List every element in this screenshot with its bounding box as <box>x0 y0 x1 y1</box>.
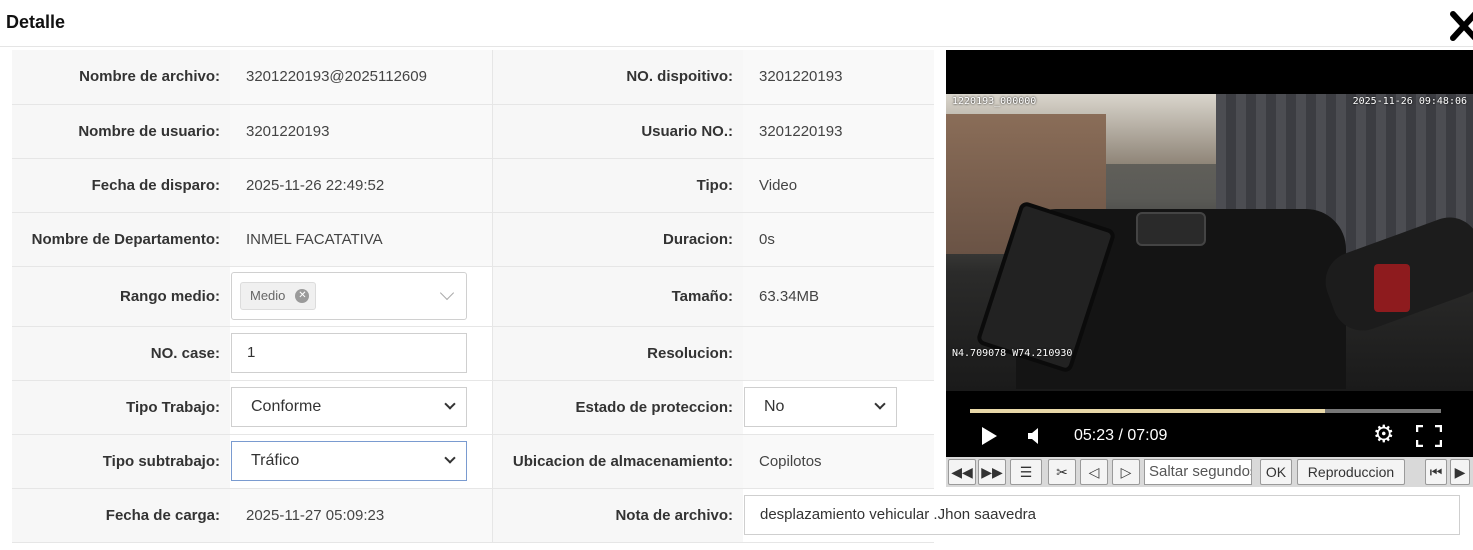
progress-fill <box>970 409 1325 413</box>
username-label: Nombre de usuario: <box>12 104 230 159</box>
user-no-label: Usuario NO.: <box>492 104 743 159</box>
ok-button[interactable]: OK <box>1260 459 1292 485</box>
settings-icon[interactable]: ⚙ <box>1373 423 1397 447</box>
file-name-label: Nombre de archivo: <box>12 50 230 105</box>
prev-frame-icon[interactable]: ◁ <box>1080 459 1108 485</box>
username-value: 3201220193 <box>230 104 493 159</box>
file-note-label: Nota de archivo: <box>492 488 743 543</box>
device-no-value: 3201220193 <box>743 50 934 105</box>
storage-location-value: Copilotos <box>743 434 934 489</box>
work-type-cell: Conforme <box>230 380 493 435</box>
dialog-title: Detalle <box>6 12 66 32</box>
file-note-input[interactable]: desplazamiento vehicular .Jhon saavedra <box>744 495 1460 535</box>
chevron-down-icon <box>439 285 455 301</box>
trigger-date-value: 2025-11-26 22:49:52 <box>230 158 493 213</box>
rewind-icon[interactable]: ◀◀ <box>948 459 976 485</box>
size-value: 63.34MB <box>743 266 934 327</box>
video-overlay-id: 1220193_000000 <box>952 96 1037 107</box>
work-type-label: Tipo Trabajo: <box>12 380 230 435</box>
duration-label: Duracion: <box>492 212 743 267</box>
next-frame-icon[interactable]: ▷ <box>1112 459 1140 485</box>
media-range-cell: Medio ✕ <box>230 266 493 327</box>
protection-status-selected: No <box>764 398 785 415</box>
fullscreen-icon[interactable] <box>1415 424 1443 448</box>
table-row: Nombre de usuario: 3201220193 Usuario NO… <box>12 104 934 159</box>
volume-icon[interactable] <box>1026 426 1046 446</box>
work-subtype-select[interactable]: Tráfico <box>231 441 467 481</box>
case-no-label: NO. case: <box>12 326 230 381</box>
video-frame[interactable]: 1220193_000000 2025-11-26 09:48:06 N4.70… <box>946 94 1473 391</box>
media-range-select[interactable]: Medio ✕ <box>231 272 467 320</box>
player-toolbar: ◀◀ ▶▶ ☰ ✂ ◁ ▷ Saltar segundos OK Reprodu… <box>946 457 1473 487</box>
list-icon[interactable]: ☰ <box>1010 459 1042 485</box>
dialog-header: Detalle <box>0 0 1473 47</box>
progress-bar[interactable] <box>970 409 1441 413</box>
size-label: Tamaño: <box>492 266 743 327</box>
playback-button[interactable]: Reproduccion <box>1297 459 1405 485</box>
video-player[interactable]: 1220193_000000 2025-11-26 09:48:06 N4.70… <box>946 50 1473 460</box>
table-row: Tipo Trabajo: Conforme Estado de protecc… <box>12 380 934 435</box>
close-icon[interactable] <box>1450 10 1473 42</box>
protection-status-label: Estado de proteccion: <box>492 380 743 435</box>
work-subtype-selected: Tráfico <box>251 452 300 469</box>
case-no-input[interactable]: 1 <box>231 333 467 373</box>
remove-tag-icon[interactable]: ✕ <box>295 289 310 303</box>
storage-location-label: Ubicacion de almacenamiento: <box>492 434 743 489</box>
table-row: Tipo subtrabajo: Tráfico Ubicacion de al… <box>12 434 934 489</box>
table-row: NO. case: 1 Resolucion: <box>12 326 934 381</box>
user-no-value: 3201220193 <box>743 104 934 159</box>
protection-status-cell: No <box>743 380 934 435</box>
scissors-icon[interactable]: ✂ <box>1048 459 1076 485</box>
seek-seconds-input[interactable]: Saltar segundos <box>1144 459 1252 485</box>
type-value: Video <box>743 158 934 213</box>
file-name-value: 3201220193@2025112609 <box>230 50 493 105</box>
skip-start-icon[interactable]: ⏮ <box>1425 459 1447 485</box>
work-type-selected: Conforme <box>251 398 322 415</box>
resolution-value <box>743 326 934 381</box>
media-range-tag: Medio ✕ <box>240 282 317 310</box>
chevron-down-icon <box>444 452 456 464</box>
work-subtype-cell: Tráfico <box>230 434 493 489</box>
play-icon[interactable] <box>982 427 997 445</box>
device-no-label: NO. dispoitivo: <box>492 50 743 105</box>
video-overlay-gps: N4.709078 W74.210930 <box>952 348 1073 359</box>
file-note-cell: desplazamiento vehicular .Jhon saavedra <box>743 488 1460 543</box>
media-range-label: Rango medio: <box>12 266 230 327</box>
resolution-label: Resolucion: <box>492 326 743 381</box>
protection-status-select[interactable]: No <box>744 387 897 427</box>
upload-date-value: 2025-11-27 05:09:23 <box>230 488 493 543</box>
work-subtype-label: Tipo subtrabajo: <box>12 434 230 489</box>
work-type-select[interactable]: Conforme <box>231 387 467 427</box>
table-row: Nombre de archivo: 3201220193@2025112609… <box>12 50 934 105</box>
duration-value: 0s <box>743 212 934 267</box>
table-row: Fecha de carga: 2025-11-27 05:09:23 Nota… <box>12 488 1460 543</box>
trigger-date-label: Fecha de disparo: <box>12 158 230 213</box>
upload-date-label: Fecha de carga: <box>12 488 230 543</box>
step-forward-icon[interactable]: ▶ <box>1450 459 1470 485</box>
case-no-cell: 1 <box>230 326 493 381</box>
detail-table: Nombre de archivo: 3201220193@2025112609… <box>12 50 1460 543</box>
department-value: INMEL FACATATIVA <box>230 212 493 267</box>
table-row: Rango medio: Medio ✕ Tamaño: 63.34MB <box>12 266 934 327</box>
time-display: 05:23 / 07:09 <box>1074 427 1168 444</box>
department-label: Nombre de Departamento: <box>12 212 230 267</box>
chevron-down-icon <box>444 398 456 410</box>
type-label: Tipo: <box>492 158 743 213</box>
table-row: Fecha de disparo: 2025-11-26 22:49:52 Ti… <box>12 158 934 213</box>
video-overlay-datetime: 2025-11-26 09:48:06 <box>1352 96 1467 107</box>
fast-forward-icon[interactable]: ▶▶ <box>978 459 1006 485</box>
chevron-down-icon <box>874 398 886 410</box>
media-range-tag-label: Medio <box>250 288 286 303</box>
table-row: Nombre de Departamento: INMEL FACATATIVA… <box>12 212 934 267</box>
